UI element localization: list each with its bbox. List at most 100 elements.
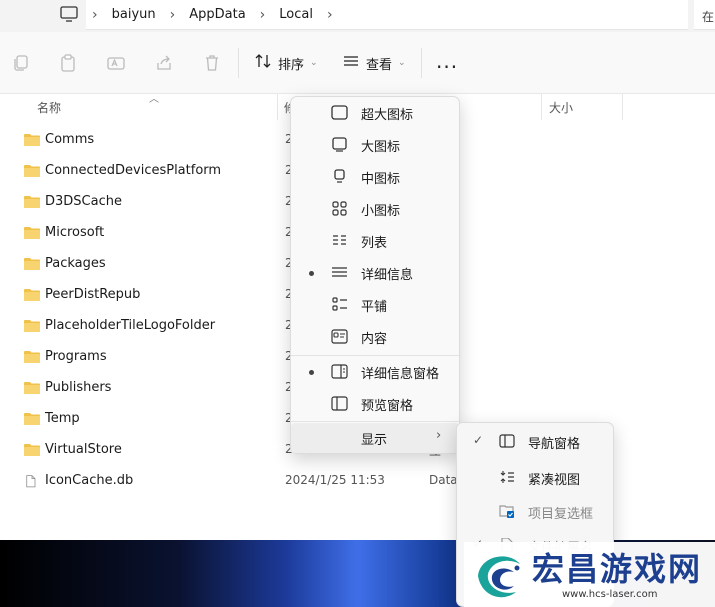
menu-item-extra-large-icons[interactable]: 超大图标 bbox=[291, 98, 459, 128]
folder-icon bbox=[24, 134, 40, 146]
chevron-down-icon: ⌄ bbox=[310, 58, 318, 68]
breadcrumb-local[interactable]: Local bbox=[279, 7, 313, 22]
compact-view-icon bbox=[500, 471, 514, 483]
menu-item-content[interactable]: 内容 bbox=[291, 322, 459, 352]
menu-item-preview-pane[interactable]: 预览窗格 bbox=[291, 389, 459, 419]
copy-icon[interactable] bbox=[12, 54, 30, 72]
details-icon bbox=[332, 267, 347, 277]
menu-item-label: 预览窗格 bbox=[361, 399, 414, 414]
file-name: PlaceholderTileLogoFolder bbox=[45, 318, 216, 333]
folder-icon bbox=[24, 196, 40, 208]
chevron-right-icon[interactable]: › bbox=[260, 7, 266, 23]
menu-item-label: 详细信息窗格 bbox=[361, 367, 440, 382]
submenu-item-navigation-pane[interactable]: ✓ 导航窗格 bbox=[457, 425, 613, 457]
menu-item-label: 平铺 bbox=[361, 300, 388, 315]
menu-item-details[interactable]: 详细信息 bbox=[291, 258, 459, 288]
delete-icon[interactable] bbox=[203, 54, 221, 72]
chevron-right-icon[interactable]: › bbox=[170, 7, 176, 23]
site-watermark: 宏昌游戏网 www.hcs-laser.com bbox=[464, 542, 715, 607]
small-icons-icon bbox=[332, 201, 347, 216]
file-name: VirtualStore bbox=[45, 442, 122, 457]
view-menu: 超大图标 大图标 中图标 小图标 列表 详细信息 平铺 内容 详细信息窗格 预览… bbox=[290, 96, 460, 454]
menu-item-label: 超大图标 bbox=[361, 108, 414, 123]
checkmark-icon: ✓ bbox=[473, 433, 484, 447]
chevron-right-icon: › bbox=[436, 428, 442, 443]
menu-item-show[interactable]: 显示 › bbox=[291, 423, 459, 453]
column-header-size[interactable]: 大小 bbox=[549, 99, 573, 116]
menu-item-label: 中图标 bbox=[361, 172, 401, 187]
submenu-item-label: 导航窗格 bbox=[528, 437, 581, 452]
file-name: Microsoft bbox=[45, 225, 105, 240]
menu-divider bbox=[291, 421, 459, 422]
toolbar-divider bbox=[421, 48, 422, 78]
command-bar: 排序 ⌄ 查看 ⌄ ... bbox=[0, 32, 715, 94]
submenu-item-label: 项目复选框 bbox=[528, 507, 594, 522]
preview-pane-icon bbox=[331, 396, 348, 411]
folder-icon bbox=[24, 165, 40, 177]
rename-icon[interactable] bbox=[107, 54, 125, 72]
sort-button[interactable]: 排序 ⌄ bbox=[254, 52, 318, 74]
menu-item-list[interactable]: 列表 bbox=[291, 226, 459, 256]
file-name: D3DSCache bbox=[45, 194, 122, 209]
chevron-right-icon[interactable]: › bbox=[327, 7, 333, 23]
large-icons-icon bbox=[332, 137, 347, 152]
folder-icon bbox=[24, 413, 40, 425]
content-icon bbox=[331, 329, 348, 344]
column-divider[interactable] bbox=[622, 94, 623, 120]
submenu-item-compact-view[interactable]: 紧凑视图 bbox=[457, 461, 613, 493]
more-options-button[interactable]: ... bbox=[436, 51, 458, 71]
breadcrumb-appdata[interactable]: AppData bbox=[189, 7, 245, 22]
menu-item-small-icons[interactable]: 小图标 bbox=[291, 194, 459, 224]
pc-icon[interactable] bbox=[60, 6, 78, 22]
selected-bullet-icon bbox=[309, 370, 314, 375]
menu-item-label: 小图标 bbox=[361, 204, 401, 219]
sort-ascending-icon: ︿ bbox=[149, 94, 159, 105]
chevron-down-icon: ⌄ bbox=[398, 58, 406, 68]
address-bar-area: › baiyun › AppData › Local › 在 bbox=[0, 0, 715, 32]
details-pane-icon bbox=[331, 364, 348, 379]
paste-icon[interactable] bbox=[59, 54, 77, 72]
submenu-item-label: 紧凑视图 bbox=[528, 473, 581, 488]
folder-icon bbox=[24, 444, 40, 456]
share-icon[interactable] bbox=[155, 54, 173, 72]
file-name: Programs bbox=[45, 349, 107, 364]
view-button[interactable]: 查看 ⌄ bbox=[342, 52, 406, 74]
column-divider[interactable] bbox=[277, 94, 278, 120]
watermark-url: www.hcs-laser.com bbox=[562, 589, 658, 600]
item-checkbox-icon bbox=[499, 505, 514, 518]
menu-item-large-icons[interactable]: 大图标 bbox=[291, 130, 459, 160]
menu-item-tiles[interactable]: 平铺 bbox=[291, 290, 459, 320]
menu-item-details-pane[interactable]: 详细信息窗格 bbox=[291, 357, 459, 387]
file-explorer-window: › baiyun › AppData › Local › 在 排序 ⌄ 查看 ⌄… bbox=[0, 0, 715, 607]
folder-icon bbox=[24, 351, 40, 363]
menu-item-label: 大图标 bbox=[361, 140, 401, 155]
menu-item-label: 详细信息 bbox=[361, 268, 414, 283]
menu-item-medium-icons[interactable]: 中图标 bbox=[291, 162, 459, 192]
folder-icon bbox=[24, 258, 40, 270]
file-type: Data bbox=[429, 473, 458, 487]
submenu-item-item-checkboxes[interactable]: 项目复选框 bbox=[457, 495, 613, 527]
file-name: ConnectedDevicesPlatform bbox=[45, 163, 222, 178]
chevron-right-icon[interactable]: › bbox=[92, 7, 98, 23]
list-icon bbox=[333, 235, 346, 245]
search-box-stub[interactable]: 在 bbox=[694, 0, 715, 30]
view-label: 查看 bbox=[366, 57, 393, 73]
file-name: PeerDistRepub bbox=[45, 287, 141, 302]
medium-icons-icon bbox=[334, 169, 345, 183]
column-divider[interactable] bbox=[541, 94, 542, 120]
sort-label: 排序 bbox=[278, 57, 305, 73]
folder-icon bbox=[24, 289, 40, 301]
file-name: Publishers bbox=[45, 380, 112, 395]
column-header-name[interactable]: 名称 bbox=[37, 99, 61, 116]
tiles-icon bbox=[332, 297, 347, 311]
folder-icon bbox=[24, 320, 40, 332]
file-icon bbox=[26, 475, 36, 488]
file-date: 2024/1/25 11:53 bbox=[285, 473, 385, 487]
menu-item-label: 内容 bbox=[361, 332, 388, 347]
menu-divider bbox=[291, 355, 459, 356]
address-bar[interactable]: › baiyun › AppData › Local › bbox=[86, 0, 688, 30]
file-name: Comms bbox=[45, 132, 95, 147]
file-name: Temp bbox=[45, 411, 80, 426]
navigation-pane-icon bbox=[499, 434, 515, 448]
breadcrumb-baiyun[interactable]: baiyun bbox=[112, 7, 156, 22]
